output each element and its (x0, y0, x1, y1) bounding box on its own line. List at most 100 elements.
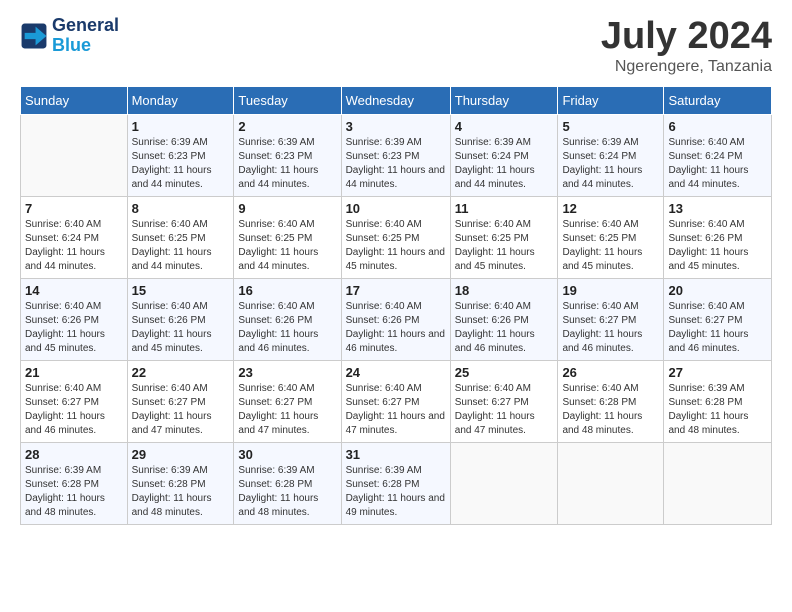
day-info: Sunrise: 6:39 AM Sunset: 6:28 PM Dayligh… (25, 464, 123, 520)
header: GeneralBlue July 2024 Ngerengere, Tanzan… (20, 16, 772, 76)
calendar-cell: 5 Sunrise: 6:39 AM Sunset: 6:24 PM Daylig… (558, 114, 664, 196)
day-info: Sunrise: 6:40 AM Sunset: 6:27 PM Dayligh… (455, 382, 554, 438)
day-number: 18 (455, 283, 554, 298)
day-info: Sunrise: 6:40 AM Sunset: 6:24 PM Dayligh… (25, 218, 123, 274)
calendar-cell (664, 442, 772, 524)
calendar-cell: 1 Sunrise: 6:39 AM Sunset: 6:23 PM Daylig… (127, 114, 234, 196)
weekday-header-cell: Tuesday (234, 86, 341, 114)
calendar-cell: 3Sunrise: 6:39 AM Sunset: 6:23 PM Daylig… (341, 114, 450, 196)
calendar-cell: 18 Sunrise: 6:40 AM Sunset: 6:26 PM Dayli… (450, 278, 558, 360)
calendar-body: 1 Sunrise: 6:39 AM Sunset: 6:23 PM Daylig… (21, 114, 772, 524)
calendar-week-row: 28 Sunrise: 6:39 AM Sunset: 6:28 PM Dayli… (21, 442, 772, 524)
day-number: 31 (346, 447, 446, 462)
calendar-cell: 15 Sunrise: 6:40 AM Sunset: 6:26 PM Dayli… (127, 278, 234, 360)
day-number: 21 (25, 365, 123, 380)
calendar-cell: 20Sunrise: 6:40 AM Sunset: 6:27 PM Dayli… (664, 278, 772, 360)
calendar-cell: 19 Sunrise: 6:40 AM Sunset: 6:27 PM Dayli… (558, 278, 664, 360)
calendar-cell (558, 442, 664, 524)
day-info: Sunrise: 6:40 AM Sunset: 6:27 PM Dayligh… (25, 382, 123, 438)
day-number: 28 (25, 447, 123, 462)
day-info: Sunrise: 6:40 AM Sunset: 6:27 PM Dayligh… (668, 300, 767, 356)
calendar-week-row: 7Sunrise: 6:40 AM Sunset: 6:24 PM Daylig… (21, 196, 772, 278)
day-info: Sunrise: 6:40 AM Sunset: 6:27 PM Dayligh… (346, 382, 446, 438)
weekday-header-cell: Wednesday (341, 86, 450, 114)
day-number: 15 (132, 283, 230, 298)
calendar-week-row: 21 Sunrise: 6:40 AM Sunset: 6:27 PM Dayli… (21, 360, 772, 442)
calendar-cell: 24 Sunrise: 6:40 AM Sunset: 6:27 PM Dayli… (341, 360, 450, 442)
calendar-cell: 7Sunrise: 6:40 AM Sunset: 6:24 PM Daylig… (21, 196, 128, 278)
calendar-cell: 16Sunrise: 6:40 AM Sunset: 6:26 PM Dayli… (234, 278, 341, 360)
logo-text: GeneralBlue (52, 16, 119, 56)
calendar-cell (21, 114, 128, 196)
calendar-cell: 31Sunrise: 6:39 AM Sunset: 6:28 PM Dayli… (341, 442, 450, 524)
day-info: Sunrise: 6:39 AM Sunset: 6:23 PM Dayligh… (132, 136, 230, 192)
day-number: 22 (132, 365, 230, 380)
calendar-cell: 22 Sunrise: 6:40 AM Sunset: 6:27 PM Dayli… (127, 360, 234, 442)
day-number: 5 (562, 119, 659, 134)
day-info: Sunrise: 6:39 AM Sunset: 6:24 PM Dayligh… (562, 136, 659, 192)
calendar-cell: 27Sunrise: 6:39 AM Sunset: 6:28 PM Dayli… (664, 360, 772, 442)
calendar-cell: 9Sunrise: 6:40 AM Sunset: 6:25 PM Daylig… (234, 196, 341, 278)
calendar-page: GeneralBlue July 2024 Ngerengere, Tanzan… (0, 0, 792, 612)
calendar-cell: 14 Sunrise: 6:40 AM Sunset: 6:26 PM Dayli… (21, 278, 128, 360)
day-info: Sunrise: 6:40 AM Sunset: 6:26 PM Dayligh… (25, 300, 123, 356)
day-number: 16 (238, 283, 336, 298)
calendar-cell: 13Sunrise: 6:40 AM Sunset: 6:26 PM Dayli… (664, 196, 772, 278)
weekday-header-cell: Monday (127, 86, 234, 114)
calendar-cell: 11 Sunrise: 6:40 AM Sunset: 6:25 PM Dayli… (450, 196, 558, 278)
day-info: Sunrise: 6:40 AM Sunset: 6:28 PM Dayligh… (562, 382, 659, 438)
weekday-header-cell: Thursday (450, 86, 558, 114)
day-info: Sunrise: 6:40 AM Sunset: 6:25 PM Dayligh… (562, 218, 659, 274)
month-title: July 2024 (601, 16, 772, 58)
day-info: Sunrise: 6:40 AM Sunset: 6:27 PM Dayligh… (132, 382, 230, 438)
title-block: July 2024 Ngerengere, Tanzania (601, 16, 772, 76)
calendar-cell: 29Sunrise: 6:39 AM Sunset: 6:28 PM Dayli… (127, 442, 234, 524)
calendar-cell: 17Sunrise: 6:40 AM Sunset: 6:26 PM Dayli… (341, 278, 450, 360)
calendar-week-row: 14 Sunrise: 6:40 AM Sunset: 6:26 PM Dayli… (21, 278, 772, 360)
calendar-cell: 25 Sunrise: 6:40 AM Sunset: 6:27 PM Dayli… (450, 360, 558, 442)
day-number: 26 (562, 365, 659, 380)
day-number: 29 (132, 447, 230, 462)
calendar-cell: 6 Sunrise: 6:40 AM Sunset: 6:24 PM Daylig… (664, 114, 772, 196)
calendar-cell: 2Sunrise: 6:39 AM Sunset: 6:23 PM Daylig… (234, 114, 341, 196)
day-number: 23 (238, 365, 336, 380)
day-number: 25 (455, 365, 554, 380)
calendar-cell: 28 Sunrise: 6:39 AM Sunset: 6:28 PM Dayli… (21, 442, 128, 524)
calendar-cell: 4 Sunrise: 6:39 AM Sunset: 6:24 PM Daylig… (450, 114, 558, 196)
calendar-cell: 8 Sunrise: 6:40 AM Sunset: 6:25 PM Daylig… (127, 196, 234, 278)
calendar-week-row: 1 Sunrise: 6:39 AM Sunset: 6:23 PM Daylig… (21, 114, 772, 196)
day-number: 12 (562, 201, 659, 216)
day-info: Sunrise: 6:39 AM Sunset: 6:23 PM Dayligh… (238, 136, 336, 192)
day-info: Sunrise: 6:39 AM Sunset: 6:28 PM Dayligh… (668, 382, 767, 438)
day-number: 8 (132, 201, 230, 216)
calendar-table: SundayMondayTuesdayWednesdayThursdayFrid… (20, 86, 772, 525)
weekday-header-row: SundayMondayTuesdayWednesdayThursdayFrid… (21, 86, 772, 114)
day-number: 6 (668, 119, 767, 134)
day-number: 14 (25, 283, 123, 298)
calendar-cell: 26 Sunrise: 6:40 AM Sunset: 6:28 PM Dayli… (558, 360, 664, 442)
calendar-cell: 12 Sunrise: 6:40 AM Sunset: 6:25 PM Dayli… (558, 196, 664, 278)
day-number: 24 (346, 365, 446, 380)
day-number: 1 (132, 119, 230, 134)
calendar-cell: 23 Sunrise: 6:40 AM Sunset: 6:27 PM Dayli… (234, 360, 341, 442)
day-number: 3 (346, 119, 446, 134)
day-number: 17 (346, 283, 446, 298)
day-number: 11 (455, 201, 554, 216)
weekday-header-cell: Sunday (21, 86, 128, 114)
day-info: Sunrise: 6:40 AM Sunset: 6:27 PM Dayligh… (238, 382, 336, 438)
day-info: Sunrise: 6:40 AM Sunset: 6:25 PM Dayligh… (238, 218, 336, 274)
day-number: 4 (455, 119, 554, 134)
day-info: Sunrise: 6:39 AM Sunset: 6:28 PM Dayligh… (238, 464, 336, 520)
day-info: Sunrise: 6:40 AM Sunset: 6:26 PM Dayligh… (455, 300, 554, 356)
day-number: 30 (238, 447, 336, 462)
day-number: 19 (562, 283, 659, 298)
calendar-cell (450, 442, 558, 524)
day-info: Sunrise: 6:40 AM Sunset: 6:25 PM Dayligh… (132, 218, 230, 274)
day-info: Sunrise: 6:40 AM Sunset: 6:26 PM Dayligh… (132, 300, 230, 356)
weekday-header-cell: Friday (558, 86, 664, 114)
day-info: Sunrise: 6:39 AM Sunset: 6:24 PM Dayligh… (455, 136, 554, 192)
day-info: Sunrise: 6:40 AM Sunset: 6:27 PM Dayligh… (562, 300, 659, 356)
day-info: Sunrise: 6:40 AM Sunset: 6:24 PM Dayligh… (668, 136, 767, 192)
day-number: 13 (668, 201, 767, 216)
day-info: Sunrise: 6:40 AM Sunset: 6:25 PM Dayligh… (455, 218, 554, 274)
